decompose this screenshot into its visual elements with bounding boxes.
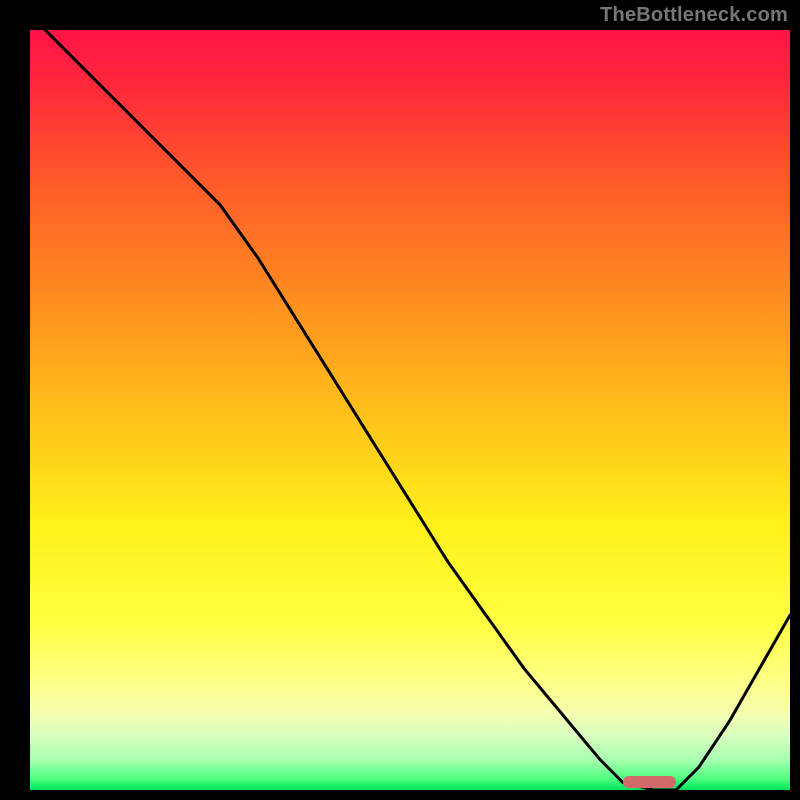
minimum-band-marker — [623, 776, 676, 788]
watermark-text: TheBottleneck.com — [600, 4, 788, 27]
bottleneck-curve — [30, 30, 790, 790]
plot-area — [30, 30, 790, 790]
chart-frame: TheBottleneck.com — [0, 0, 800, 800]
